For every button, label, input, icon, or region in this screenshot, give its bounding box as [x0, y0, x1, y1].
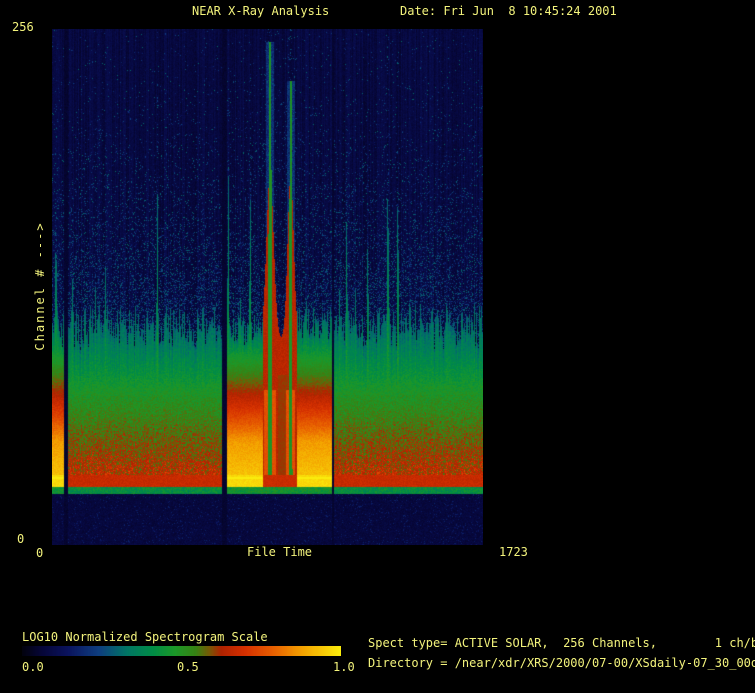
colorbar-title: LOG10 Normalized Spectrogram Scale	[22, 630, 268, 644]
x-axis-max-label: 1723	[499, 545, 528, 559]
page-title: NEAR X-Ray Analysis	[192, 4, 329, 18]
colorbar-tick-mid: 0.5	[177, 660, 199, 674]
colorbar-gradient	[22, 646, 341, 656]
colorbar-tick-max: 1.0	[333, 660, 355, 674]
directory-text: Directory = /near/xdr/XRS/2000/07-00/XSd…	[368, 656, 755, 670]
app-window: NEAR X-Ray Analysis Date: Fri Jun 8 10:4…	[0, 0, 755, 693]
colorbar-tick-min: 0.0	[22, 660, 44, 674]
x-axis-min-label: 0	[36, 546, 43, 560]
y-axis-min-label: 0	[17, 532, 24, 546]
x-axis-title: File Time	[247, 545, 312, 559]
spectrogram-plot	[52, 29, 483, 545]
y-axis-max-label: 256	[12, 20, 34, 34]
spect-type-text: Spect type= ACTIVE SOLAR, 256 Channels, …	[368, 636, 755, 650]
y-axis-title: Channel # --->	[33, 221, 47, 350]
date-text: Date: Fri Jun 8 10:45:24 2001	[400, 4, 617, 18]
